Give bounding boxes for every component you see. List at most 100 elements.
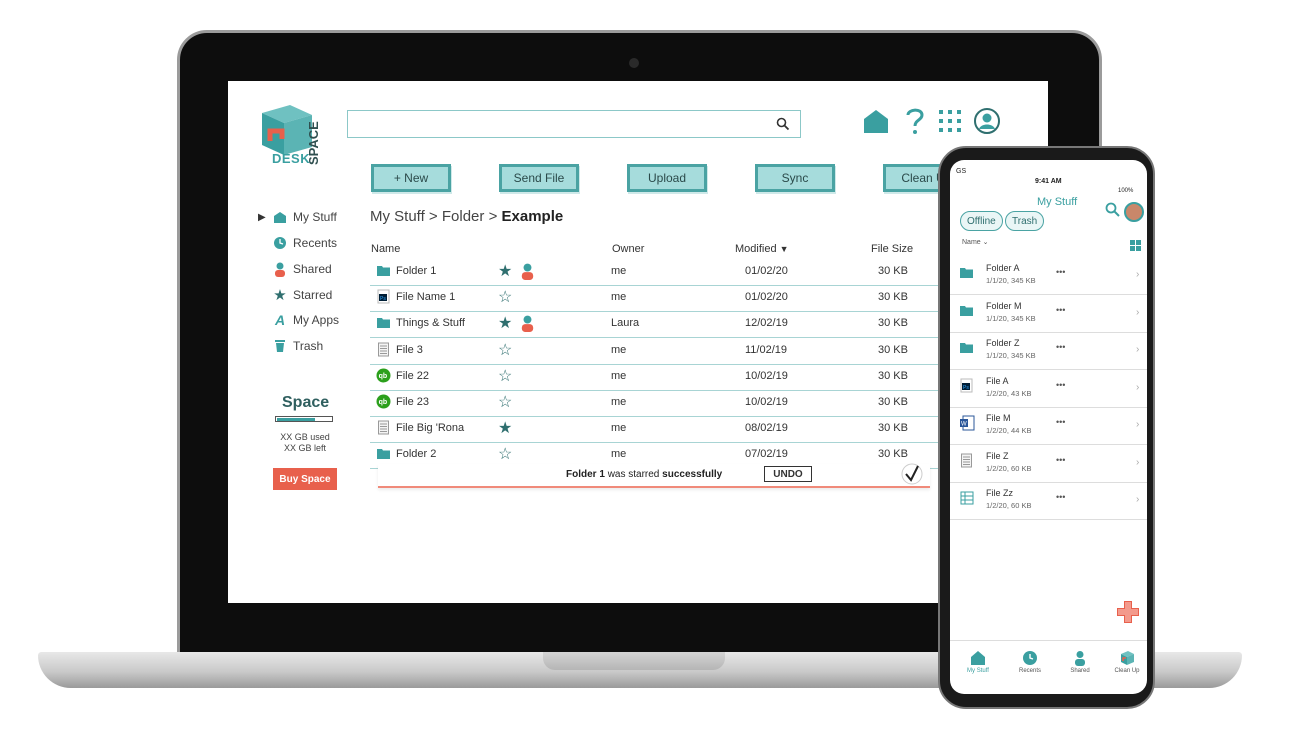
list-item[interactable]: W File M 1/2/20, 44 KB ••• › [950,407,1147,445]
file-name[interactable]: File 23 [396,396,429,408]
logo-desk-text: DESK [272,151,311,166]
sidebar-item-shared[interactable]: Shared [272,259,332,279]
tab-my-stuff[interactable]: My Stuff [958,650,998,674]
person-icon [272,261,288,277]
list-item[interactable]: Folder Z 1/1/20, 345 KB ••• › [950,332,1147,370]
offline-filter-chip[interactable]: Offline [960,211,1003,231]
chevron-right-icon[interactable]: › [1136,269,1139,280]
undo-button[interactable]: UNDO [764,466,812,482]
home-icon[interactable] [861,106,891,136]
account-icon[interactable] [972,106,1002,136]
trash-filter-chip[interactable]: Trash [1005,211,1045,231]
file-owner: me [611,422,627,435]
file-modified: 07/02/19 [745,448,788,461]
column-header-modified[interactable]: Modified ▼ [735,243,789,255]
send-file-button[interactable]: Send File [499,164,579,192]
item-name: Folder Z [986,338,1020,348]
chevron-right-icon[interactable]: › [1136,457,1139,468]
chevron-right-icon[interactable]: › [1136,494,1139,505]
column-header-name[interactable]: Name [371,243,400,255]
house-icon [971,651,985,665]
more-options-icon[interactable]: ••• [1056,492,1065,502]
tab-shared[interactable]: Shared [1060,650,1100,674]
more-options-icon[interactable]: ••• [1056,380,1065,390]
file-name[interactable]: Folder 2 [396,448,436,460]
file-size: 30 KB [878,422,908,435]
sync-button[interactable]: Sync [755,164,835,192]
breadcrumb-separator: > [428,208,438,225]
list-item[interactable]: Folder M 1/1/20, 345 KB ••• › [950,295,1147,333]
file-size: 30 KB [878,396,908,408]
chevron-right-icon[interactable]: › [1136,419,1139,430]
file-name[interactable]: Folder 1 [396,265,436,277]
status-battery: 100% [1118,188,1134,194]
star-outline-icon[interactable]: ☆ [498,444,512,464]
star-outline-icon[interactable]: ☆ [498,366,512,386]
column-header-size[interactable]: File Size [871,243,913,255]
sidebar-item-my-apps[interactable]: A My Apps [272,310,339,330]
list-item[interactable]: Folder A 1/1/20, 345 KB ••• › [950,257,1147,295]
clock-icon [272,235,288,251]
column-header-owner[interactable]: Owner [612,243,644,255]
chevron-right-icon[interactable]: › [1136,307,1139,318]
star-outline-icon[interactable]: ☆ [498,287,512,307]
apps-grid-icon[interactable] [935,106,965,136]
search-input[interactable] [354,111,758,137]
list-item[interactable]: File Zz 1/2/20, 60 KB ••• › [950,482,1147,520]
new-button[interactable]: + New [371,164,451,192]
item-name: File A [986,375,1009,386]
expand-arrow-icon[interactable]: ▶ [258,212,266,223]
file-name[interactable]: File 3 [396,344,423,356]
chevron-right-icon[interactable]: › [1136,344,1139,355]
more-options-icon[interactable]: ••• [1056,455,1065,465]
sidebar-item-trash[interactable]: Trash [272,336,323,356]
breadcrumb-folder[interactable]: Folder [442,208,485,225]
add-plus-icon[interactable] [1116,600,1140,624]
more-options-icon[interactable]: ••• [1056,417,1065,427]
folder-icon [377,318,390,329]
sidebar-item-recents[interactable]: Recents [272,233,337,253]
buy-space-button[interactable]: Buy Space [273,468,337,490]
sidebar-item-my-stuff[interactable]: My Stuff [272,207,337,227]
search-icon[interactable] [1105,202,1121,218]
spreadsheet-file-icon [960,491,974,505]
folder-icon [960,305,973,316]
file-name[interactable]: Things & Stuff [396,317,465,329]
file-name[interactable]: File Name 1 [396,291,455,303]
laptop-notch [543,652,725,670]
folder-icon [377,266,390,276]
more-options-icon[interactable]: ••• [1056,342,1065,352]
column-header-modified-label: Modified [735,243,777,255]
sidebar-item-starred[interactable]: ★ Starred [272,285,332,305]
item-name: File Zz [986,488,1013,498]
photoshop-file-icon: Ps [960,378,973,392]
list-item[interactable]: File Z 1/2/20, 60 KB ••• › [950,445,1147,483]
star-outline-icon[interactable]: ☆ [498,392,512,412]
more-options-icon[interactable]: ••• [1056,267,1065,277]
star-filled-icon[interactable]: ★ [498,418,512,438]
shared-person-icon [521,263,534,280]
search-icon[interactable] [776,117,790,131]
folder-icon [960,268,973,278]
file-name[interactable]: File Big 'Rona [396,422,464,434]
more-options-icon[interactable]: ••• [1056,305,1065,315]
person-icon [1075,651,1085,666]
grid-view-icon[interactable] [1130,240,1141,251]
avatar[interactable] [1124,202,1144,222]
breadcrumb-my-stuff[interactable]: My Stuff [370,208,425,225]
tab-recents[interactable]: Recents [1010,650,1050,674]
item-name: File M [986,413,1011,423]
tab-clean-up[interactable]: Clean Up [1107,650,1147,674]
search-bar[interactable] [347,110,801,138]
star-outline-icon[interactable]: ☆ [498,340,512,360]
clock-icon [1023,651,1037,665]
space-left-text: XX GB left [283,443,327,453]
file-name[interactable]: File 22 [396,370,429,382]
star-filled-icon[interactable]: ★ [498,261,512,281]
list-item[interactable]: Ps File A 1/2/20, 43 KB ••• › [950,370,1147,408]
upload-button[interactable]: Upload [627,164,707,192]
help-icon[interactable] [900,106,930,136]
chevron-right-icon[interactable]: › [1136,382,1139,393]
sort-name-dropdown[interactable]: Name ⌄ [962,238,988,246]
star-filled-icon[interactable]: ★ [498,313,512,333]
